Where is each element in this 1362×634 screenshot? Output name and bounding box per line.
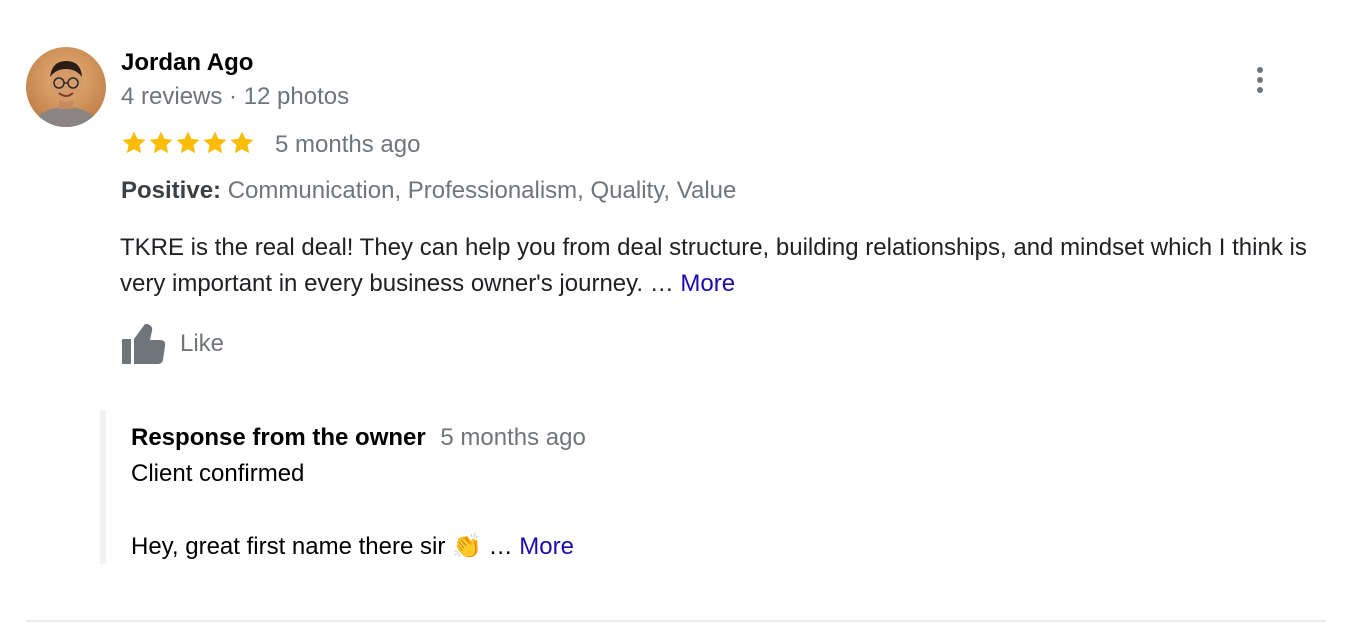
review-more-link[interactable]: More: [680, 270, 735, 297]
positive-attributes: Positive: Communication, Professionalism…: [121, 177, 736, 205]
owner-response-line-1: Client confirmed: [131, 460, 305, 487]
owner-response-title: Response from the owner: [131, 424, 426, 451]
review-ellipsis: …: [649, 270, 674, 297]
positive-values: Communication, Professionalism, Quality,…: [227, 177, 737, 204]
divider: [26, 620, 1326, 622]
owner-response-text: Hey, great first name there sir: [131, 533, 446, 560]
owner-response: Response from the owner 5 months ago Cli…: [100, 410, 660, 564]
star-icon: [230, 131, 254, 154]
star-icon: [203, 131, 227, 154]
positive-label: Positive:: [121, 177, 222, 204]
star-icon: [149, 131, 173, 154]
review-card: Jordan Ago 4 reviews · 12 photos 5 month…: [0, 0, 1362, 634]
like-button[interactable]: Like: [120, 322, 224, 366]
avatar[interactable]: [26, 47, 106, 127]
clapping-hands-emoji: 👏: [452, 533, 482, 560]
like-label: Like: [180, 330, 225, 357]
thumbs-up-icon: [122, 324, 166, 364]
review-time: 5 months ago: [275, 131, 421, 158]
star-rating: [120, 129, 255, 159]
star-icon: [176, 131, 200, 154]
reviewer-meta: 4 reviews · 12 photos: [121, 83, 350, 110]
owner-response-header: Response from the owner 5 months ago: [131, 424, 586, 452]
reviewer-name[interactable]: Jordan Ago: [121, 49, 253, 77]
owner-response-ellipsis: …: [488, 533, 513, 560]
star-icon: [122, 131, 146, 154]
more-options-icon[interactable]: [1244, 62, 1276, 98]
owner-response-more-link[interactable]: More: [519, 533, 574, 560]
review-text: TKRE is the real deal! They can help you…: [120, 230, 1320, 302]
owner-response-line-2: Hey, great first name there sir 👏 … More: [131, 532, 574, 561]
owner-response-time: 5 months ago: [440, 424, 586, 451]
